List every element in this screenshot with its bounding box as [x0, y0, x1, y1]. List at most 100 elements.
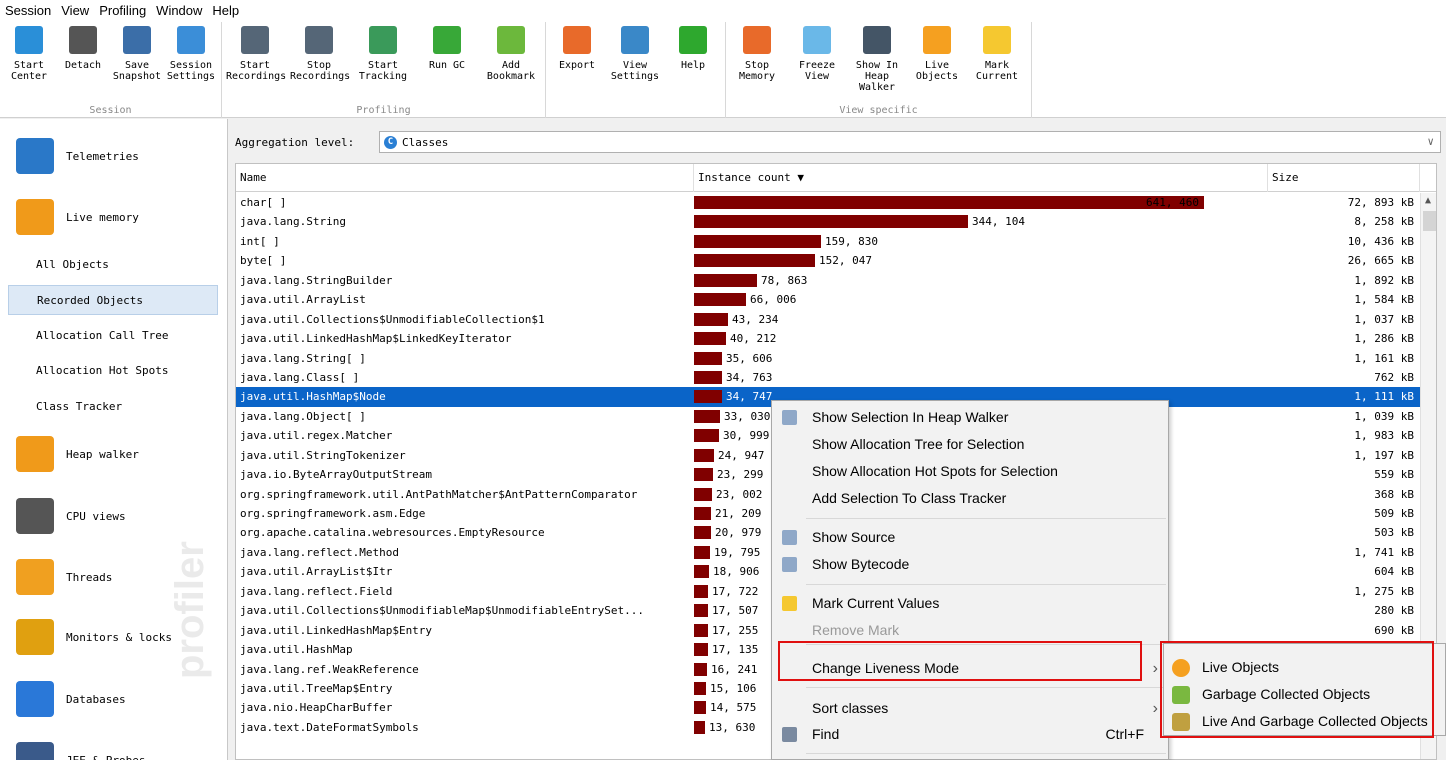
- toolbar-group-view-specific: Stop Memory Freeze View Show In Heap Walker Li…: [726, 22, 1032, 118]
- export-button[interactable]: Export: [548, 22, 606, 96]
- sidebar-section-label: Telemetries: [66, 149, 139, 163]
- col-header-size[interactable]: Size: [1268, 164, 1420, 192]
- menu-item-show-bytecode[interactable]: Show Bytecode: [772, 551, 1168, 578]
- cell-class-name: java.util.HashMap: [240, 643, 353, 657]
- start-tracking-button[interactable]: Start Tracking: [354, 22, 412, 96]
- sidebar-item-recorded-objects[interactable]: Recorded Objects: [8, 285, 218, 315]
- button-label-line2: Settings: [166, 71, 216, 82]
- menu-window[interactable]: Window: [151, 3, 207, 18]
- sidebar-section-jee-probes[interactable]: JEE & Probes: [0, 731, 228, 760]
- button-label-line1: Run GC: [428, 60, 466, 71]
- instance-count-bar: [694, 234, 821, 248]
- menu-view[interactable]: View: [56, 3, 94, 18]
- table-row[interactable]: byte[ ] 152, 047 26, 665 kB: [236, 251, 1436, 270]
- col-header-name[interactable]: Name: [236, 164, 694, 192]
- stop-memory-button[interactable]: Stop Memory: [728, 22, 786, 96]
- table-row[interactable]: java.util.Collections$UnmodifiableCollec…: [236, 310, 1436, 329]
- class-icon: C: [384, 135, 397, 149]
- cell-class-name: java.text.DateFormatSymbols: [240, 720, 419, 734]
- menu-bar: Session View Profiling Window Help: [0, 0, 1446, 20]
- menu-profiling[interactable]: Profiling: [94, 3, 151, 18]
- button-label-line1: Detach: [64, 60, 102, 71]
- col-header-count[interactable]: Instance count ▼: [694, 164, 1268, 192]
- table-row[interactable]: char[ ] 641, 460 72, 893 kB: [236, 193, 1436, 212]
- session-settings-button[interactable]: Session Settings: [162, 22, 220, 96]
- cell-class-name: java.io.ByteArrayOutputStream: [240, 468, 433, 482]
- button-label-line1: Show In: [855, 60, 899, 71]
- live-objects-button[interactable]: Live Objects: [908, 22, 966, 96]
- table-row[interactable]: java.util.LinkedHashMap$LinkedKeyIterato…: [236, 329, 1436, 348]
- cell-instance-count: 30, 999: [723, 429, 770, 443]
- detach-icon: [69, 26, 97, 54]
- menu-item-label: Show Allocation Hot Spots for Selection: [812, 463, 1058, 479]
- menu-item-add-selection-to-class-tracker[interactable]: Add Selection To Class Tracker: [772, 485, 1168, 512]
- cell-size: 1, 892 kB: [1354, 273, 1414, 287]
- cell-instance-count: 13, 630: [709, 720, 756, 734]
- cell-instance-count: 40, 212: [730, 332, 777, 346]
- table-row[interactable]: java.lang.Class[ ] 34, 763 762 kB: [236, 368, 1436, 387]
- sidebar-section-telemetries[interactable]: Telemetries: [0, 127, 228, 185]
- view-settings-button[interactable]: View Settings: [606, 22, 664, 96]
- button-label-line1: Save: [124, 60, 150, 71]
- table-row[interactable]: int[ ] 159, 830 10, 436 kB: [236, 232, 1436, 251]
- sidebar-section-live-memory[interactable]: Live memory: [0, 188, 228, 246]
- scroll-up-icon[interactable]: ▲: [1425, 195, 1431, 206]
- instance-count-bar: [694, 254, 815, 268]
- sidebar-section-heap-walker[interactable]: Heap walker: [0, 425, 228, 483]
- group-label-session: Session: [89, 105, 132, 116]
- menu-item-label: Show Source: [812, 529, 896, 545]
- menu-item-show-allocation-tree-for-selection[interactable]: Show Allocation Tree for Selection: [772, 431, 1168, 458]
- menu-item-label: Show Allocation Tree for Selection: [812, 436, 1025, 452]
- live-objects-icon: [923, 26, 951, 54]
- instance-count-bar: [694, 487, 712, 501]
- menu-help[interactable]: Help: [207, 3, 244, 18]
- telemetries-icon: [16, 138, 54, 174]
- button-label-line1: Help: [680, 60, 706, 71]
- menu-item-label: Show Bytecode: [812, 556, 910, 572]
- mark-current-button[interactable]: Mark Current: [968, 22, 1026, 96]
- instance-count-bar: [694, 448, 714, 462]
- sidebar-section-label: JEE & Probes: [66, 753, 146, 760]
- sidebar: Telemetries Live memory Heap walker CPU vie…: [0, 119, 228, 760]
- menu-item-sort-classes[interactable]: Sort classes ›: [772, 695, 1168, 722]
- sidebar-item-all-objects[interactable]: All Objects: [8, 250, 218, 280]
- cell-size: 690 kB: [1374, 623, 1414, 637]
- detach-button[interactable]: Detach: [54, 22, 112, 96]
- run-gc-button[interactable]: Run GC: [418, 22, 476, 96]
- sidebar-section-cpu-views[interactable]: CPU views: [0, 487, 228, 545]
- menu-item-find[interactable]: Find Ctrl+F: [772, 721, 1168, 748]
- menu-item-show-selection-in-heap-walker[interactable]: Show Selection In Heap Walker: [772, 404, 1168, 431]
- help-button[interactable]: Help: [664, 22, 722, 96]
- sidebar-item-class-tracker[interactable]: Class Tracker: [8, 392, 218, 422]
- heap-walker-button[interactable]: Show In Heap Walker: [848, 22, 906, 96]
- table-row[interactable]: java.lang.StringBuilder 78, 863 1, 892 kB: [236, 271, 1436, 290]
- cell-instance-count: 21, 209: [715, 507, 762, 520]
- menu-item-show-source[interactable]: Show Source: [772, 524, 1168, 551]
- menu-item-show-allocation-hot-spots-for-selection[interactable]: Show Allocation Hot Spots for Selection: [772, 458, 1168, 485]
- cell-size: 604 kB: [1374, 565, 1414, 579]
- cell-size: 10, 436 kB: [1347, 234, 1414, 248]
- table-row[interactable]: java.lang.String[ ] 35, 606 1, 161 kB: [236, 349, 1436, 368]
- cell-class-name: java.util.Collections$UnmodifiableMap$Un…: [240, 604, 644, 618]
- menu-item-mark-current-values[interactable]: Mark Current Values: [772, 590, 1168, 617]
- scroll-thumb[interactable]: [1423, 211, 1436, 231]
- save-button[interactable]: Save Snapshot: [108, 22, 166, 96]
- instance-count-bar: [694, 507, 711, 520]
- cell-instance-count: 17, 507: [712, 604, 759, 618]
- stop-recordings-button[interactable]: Stop Recordings: [290, 22, 350, 96]
- sidebar-item-allocation-hot-spots[interactable]: Allocation Hot Spots: [8, 356, 218, 386]
- sidebar-item-allocation-call-tree[interactable]: Allocation Call Tree: [8, 321, 218, 351]
- menu-session[interactable]: Session: [0, 3, 56, 18]
- table-row[interactable]: java.lang.String 344, 104 8, 258 kB: [236, 212, 1436, 231]
- table-row[interactable]: java.util.ArrayList 66, 006 1, 584 kB: [236, 290, 1436, 309]
- button-label-line2: Settings: [610, 71, 660, 82]
- cell-class-name: org.springframework.util.AntPathMatcher$…: [240, 487, 638, 501]
- aggregation-combo[interactable]: C Classes ∨: [379, 131, 1441, 153]
- start-center-button[interactable]: Start Center: [0, 22, 58, 96]
- add-bookmark-button[interactable]: Add Bookmark: [482, 22, 540, 96]
- freeze-button[interactable]: Freeze View: [788, 22, 846, 96]
- start-recordings-button[interactable]: Start Recordings: [226, 22, 286, 96]
- cell-size: 26, 665 kB: [1347, 254, 1414, 268]
- cell-class-name: java.lang.Class[ ]: [240, 370, 360, 384]
- context-menu: Show Selection In Heap Walker Show Alloca…: [771, 400, 1169, 760]
